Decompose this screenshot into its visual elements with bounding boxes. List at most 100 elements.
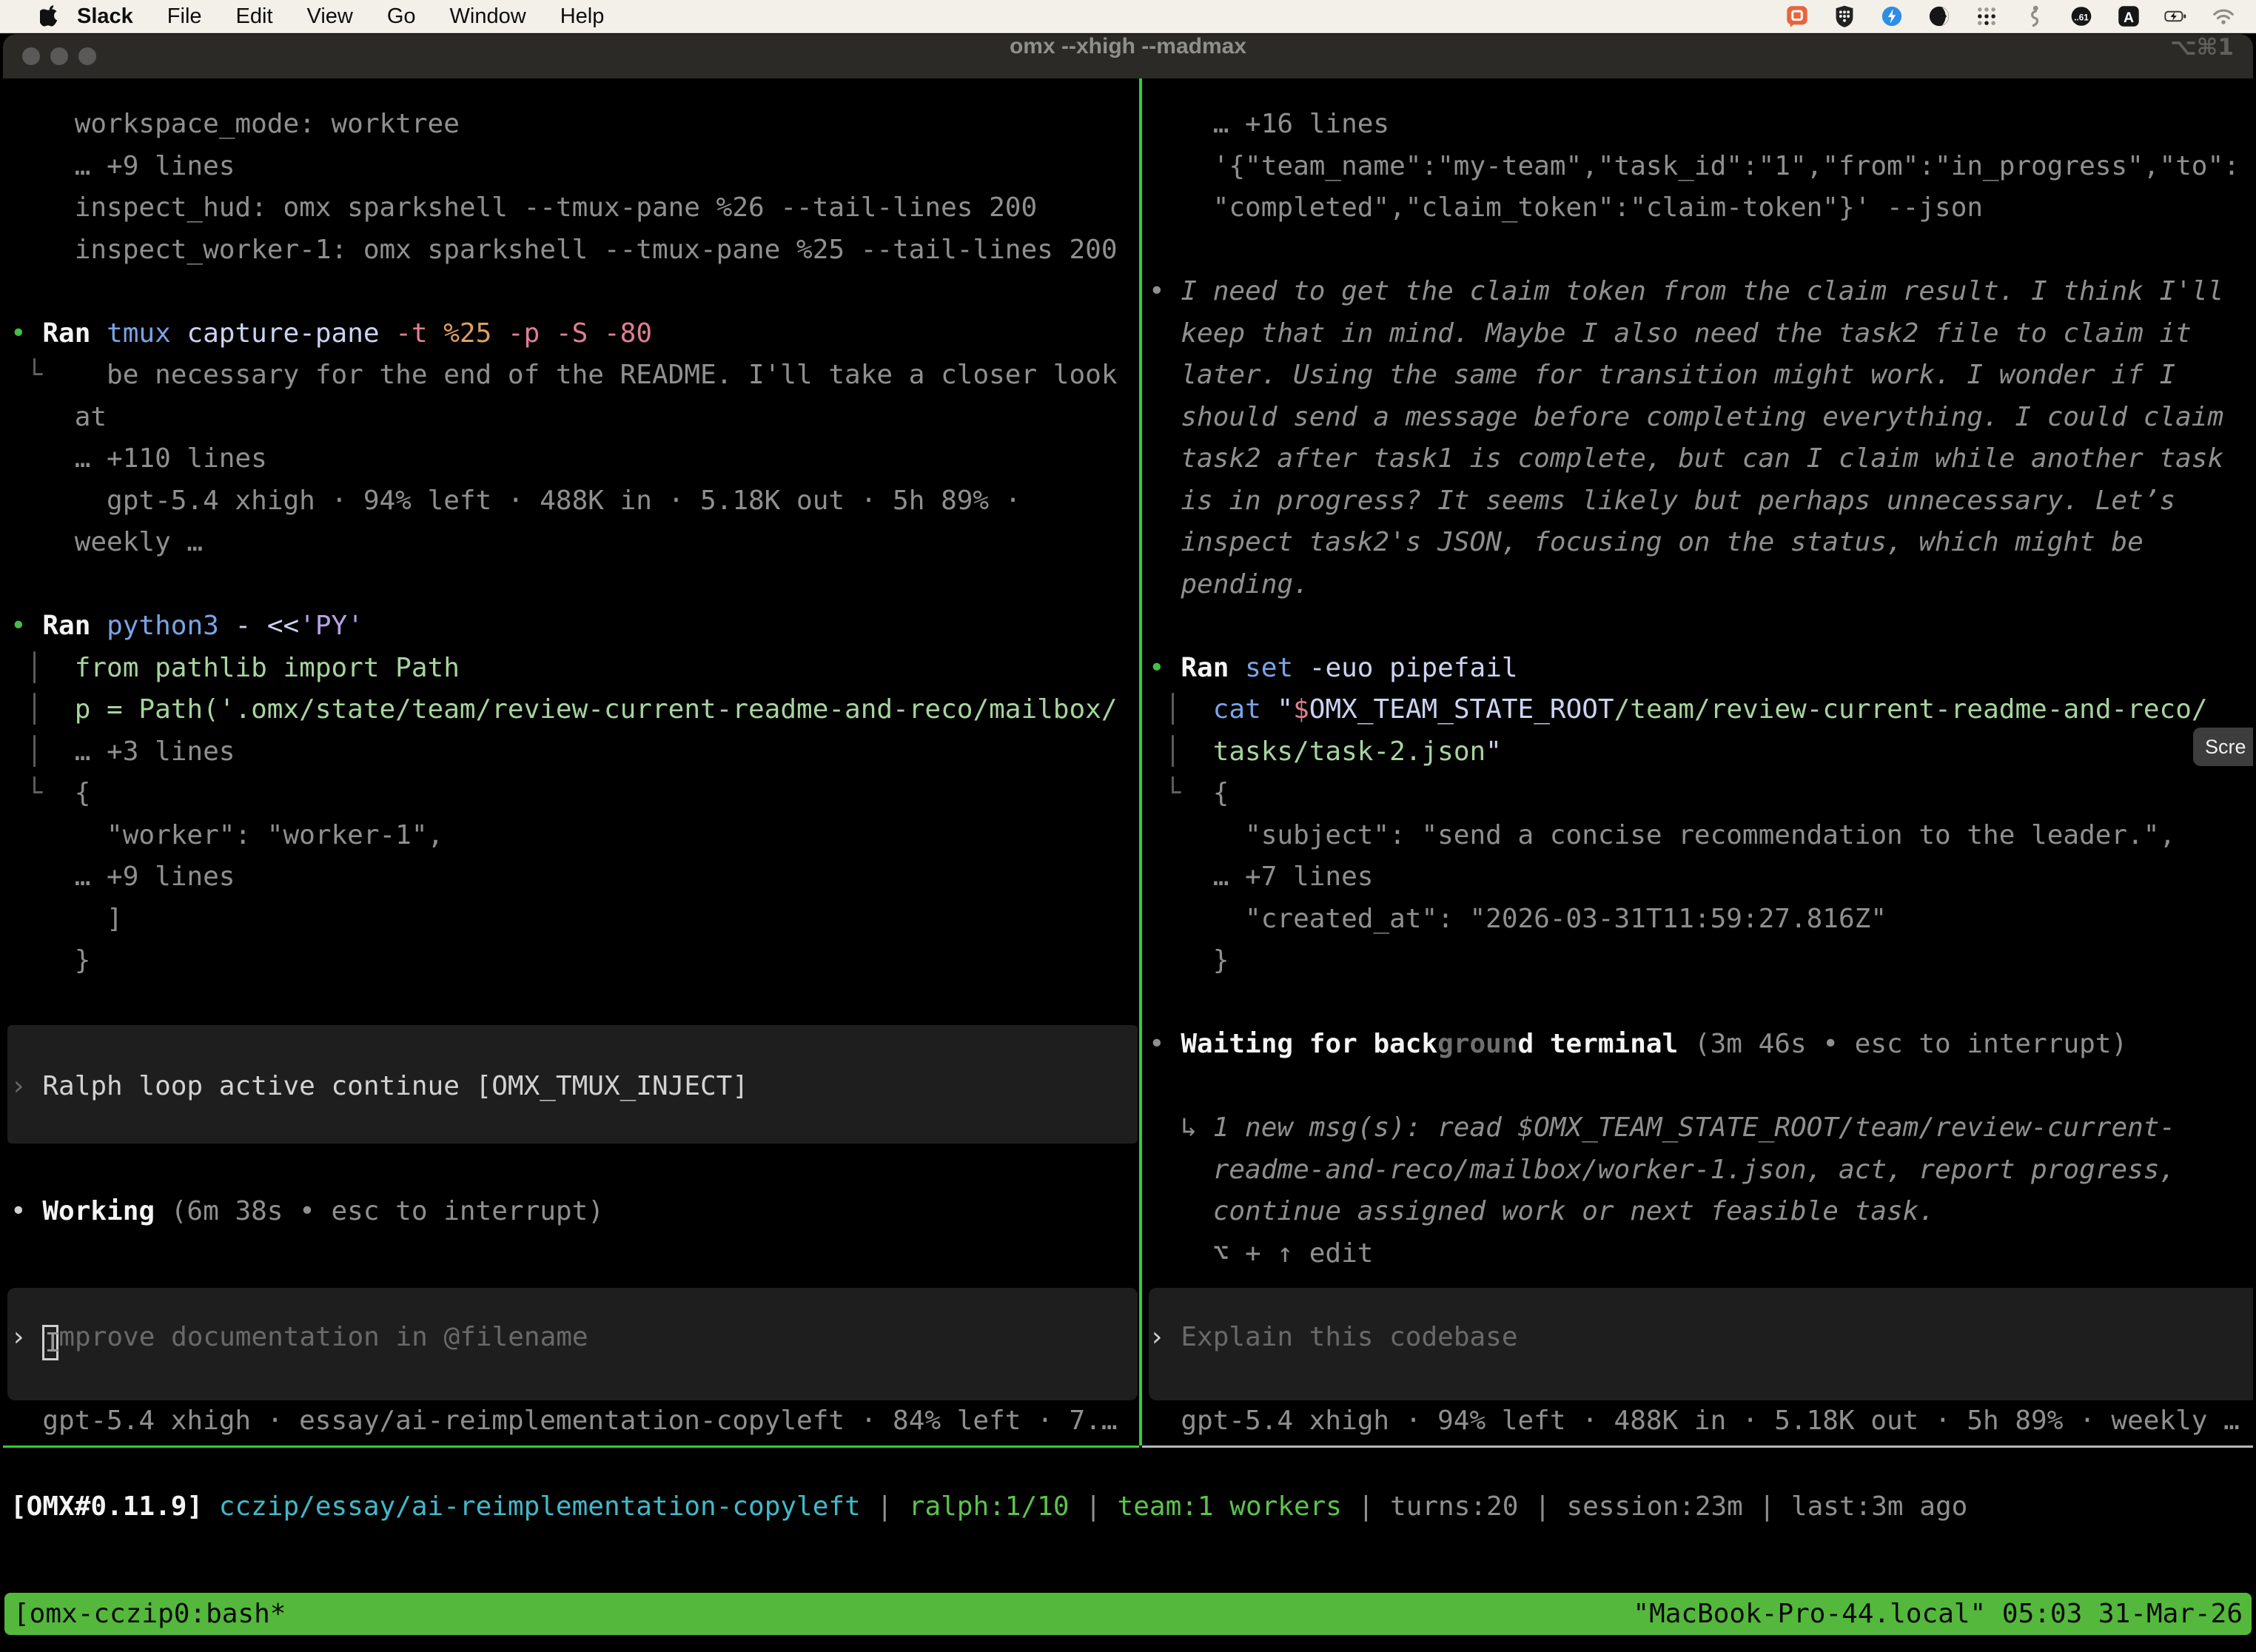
window-shortcut-badge: ⌥⌘1 xyxy=(2170,34,2234,61)
terminal-window: omx --xhigh --madmax ⌥⌘1 workspace_mode:… xyxy=(3,34,2253,1652)
left-terminal-pane: workspace_mode: worktree … +9 lines insp… xyxy=(10,104,1136,1442)
terminal-line xyxy=(1149,1358,2253,1400)
terminal-line: pending. xyxy=(1149,564,2253,606)
terminal-line: ⌥ + ↑ edit xyxy=(1149,1233,2253,1275)
terminal-line: │ p = Path('.omx/state/team/review-curre… xyxy=(10,689,1136,731)
terminal-line: continue assigned work or next feasible … xyxy=(1149,1191,2253,1233)
terminal-line: › Improve documentation in @filename xyxy=(10,1317,1136,1359)
terminal-line: └ be necessary for the end of the README… xyxy=(10,355,1136,397)
count-badge-icon[interactable]: ..61 xyxy=(2069,4,2093,28)
terminal-line: └ { xyxy=(10,773,1136,815)
terminal-line: • I need to get the claim token from the… xyxy=(1149,271,2253,313)
terminal-line xyxy=(10,1107,1136,1149)
terminal-line xyxy=(10,1233,1136,1275)
terminal-line: ↳ 1 new msg(s): read $OMX_TEAM_STATE_ROO… xyxy=(1149,1107,2253,1149)
terminal-line: should send a message before completing … xyxy=(1149,397,2253,439)
terminal-line: … +16 lines xyxy=(1149,104,2253,146)
terminal-line: └ { xyxy=(1149,773,2253,815)
terminal-line: │ tasks/task-2.json" xyxy=(1149,731,2253,773)
terminal-line xyxy=(10,1358,1136,1400)
terminal-line: readme-and-reco/mailbox/worker-1.json, a… xyxy=(1149,1149,2253,1192)
terminal-line: │ … +3 lines xyxy=(10,731,1136,773)
pane-border-bottom-right xyxy=(1142,1446,2253,1448)
terminal-line: "created_at": "2026-03-31T11:59:27.816Z" xyxy=(1149,899,2253,941)
terminal-line xyxy=(1149,605,2253,648)
tmux-status-bar: [omx-cczip0:bash* "MacBook-Pro-44.local"… xyxy=(4,1593,2252,1635)
terminal-line: inspect task2's JSON, focusing on the st… xyxy=(1149,522,2253,564)
terminal-line: • Ran tmux capture-pane -t %25 -p -S -80 xyxy=(10,313,1136,355)
terminal-line xyxy=(1149,1275,2253,1317)
terminal-line: • Waiting for background terminal (3m 46… xyxy=(1149,1024,2253,1066)
terminal-line: › Ralph loop active continue [OMX_TMUX_I… xyxy=(10,1066,1136,1108)
terminal-line: at xyxy=(10,397,1136,439)
terminal-line xyxy=(10,1275,1136,1317)
terminal-line: • Working (6m 38s • esc to interrupt) xyxy=(10,1191,1136,1233)
pane-divider[interactable] xyxy=(1139,78,1142,1446)
terminal-line: › Explain this codebase xyxy=(1149,1317,2253,1359)
terminal-line: task2 after task1 is complete, but can I… xyxy=(1149,438,2253,480)
screen-share-button[interactable]: Scre xyxy=(2193,728,2253,766)
terminal-line: } xyxy=(1149,940,2253,982)
pane-border-bottom-left xyxy=(3,1446,1139,1448)
svg-text:A: A xyxy=(2124,10,2134,26)
terminal-line: … +110 lines xyxy=(10,438,1136,480)
terminal-line: is in progress? It seems likely but perh… xyxy=(1149,480,2253,523)
terminal-line: "subject": "send a concise recommendatio… xyxy=(1149,815,2253,857)
menu-item-window[interactable]: Window xyxy=(450,4,526,28)
terminal-line: gpt-5.4 xhigh · 94% left · 488K in · 5.1… xyxy=(1149,1400,2253,1443)
terminal-line: … +9 lines xyxy=(10,146,1136,188)
window-title: omx --xhigh --madmax xyxy=(3,34,2253,59)
terminal-line: inspect_hud: omx sparkshell --tmux-pane … xyxy=(10,187,1136,229)
menu-item-edit[interactable]: Edit xyxy=(236,4,273,28)
pie-icon[interactable] xyxy=(1927,4,1951,28)
terminal-line: "completed","claim_token":"claim-token"}… xyxy=(1149,187,2253,229)
menu-item-help[interactable]: Help xyxy=(560,4,605,28)
keypad-shield-icon[interactable] xyxy=(1833,4,1856,28)
terminal-line xyxy=(10,271,1136,313)
terminal-line: … +7 lines xyxy=(1149,856,2253,899)
dots-grid-icon[interactable] xyxy=(1975,4,1998,28)
terminal-line: } xyxy=(10,940,1136,982)
terminal-line: workspace_mode: worktree xyxy=(10,104,1136,146)
terminal-line: gpt-5.4 xhigh · essay/ai-reimplementatio… xyxy=(10,1400,1136,1443)
menu-bar: Slack File Edit View Go Window Help ..61 A xyxy=(0,0,2256,33)
terminal-line: • Ran python3 - <<'PY' xyxy=(10,605,1136,648)
apple-icon[interactable] xyxy=(40,5,59,27)
terminal-line: … +9 lines xyxy=(10,856,1136,899)
terminal-line: "worker": "worker-1", xyxy=(10,815,1136,857)
terminal-line: • Ran set -euo pipefail xyxy=(1149,648,2253,690)
terminal-line: │ from pathlib import Path xyxy=(10,648,1136,690)
right-terminal-pane: … +16 lines '{"team_name":"my-team","tas… xyxy=(1149,104,2253,1442)
menu-item-file[interactable]: File xyxy=(167,4,202,28)
tmux-host-time-label: "MacBook-Pro-44.local" 05:03 31-Mar-26 xyxy=(1633,1593,2243,1635)
terminal-line xyxy=(1149,229,2253,272)
chat-icon[interactable] xyxy=(1785,4,1809,28)
terminal-line: weekly … xyxy=(10,522,1136,564)
omx-status-line: [OMX#0.11.9] cczip/essay/ai-reimplementa… xyxy=(10,1486,1967,1528)
terminal-line: later. Using the same for transition mig… xyxy=(1149,355,2253,397)
terminal-line: │ cat "$OMX_TEAM_STATE_ROOT/team/review-… xyxy=(1149,689,2253,731)
terminal-line: ] xyxy=(10,899,1136,941)
terminal-line xyxy=(10,1149,1136,1192)
figure-icon[interactable] xyxy=(2022,4,2046,28)
terminal-line xyxy=(1149,1066,2253,1108)
tmux-session-label: [omx-cczip0:bash* xyxy=(13,1593,286,1635)
status-icon-tray: ..61 A xyxy=(1785,4,2256,28)
terminal-line: inspect_worker-1: omx sparkshell --tmux-… xyxy=(10,229,1136,272)
battery-icon[interactable] xyxy=(2164,4,2188,28)
window-title-bar[interactable]: omx --xhigh --madmax ⌥⌘1 xyxy=(3,34,2253,78)
wifi-icon[interactable] xyxy=(2212,4,2235,28)
zap-icon[interactable] xyxy=(1880,4,1904,28)
terminal-line xyxy=(1149,982,2253,1024)
terminal-line xyxy=(10,982,1136,1024)
menu-item-slack[interactable]: Slack xyxy=(77,4,133,28)
terminal-line: keep that in mind. Maybe I also need the… xyxy=(1149,313,2253,355)
menu-item-go[interactable]: Go xyxy=(387,4,416,28)
menu-item-view[interactable]: View xyxy=(307,4,353,28)
terminal-line: gpt-5.4 xhigh · 94% left · 488K in · 5.1… xyxy=(10,480,1136,523)
input-source-icon[interactable]: A xyxy=(2117,4,2141,28)
svg-text:..61: ..61 xyxy=(2074,13,2089,22)
terminal-line xyxy=(10,564,1136,606)
omx-hud-text: [OMX#0.11.9] cczip/essay/ai-reimplementa… xyxy=(10,1486,1967,1528)
terminal-line: '{"team_name":"my-team","task_id":"1","f… xyxy=(1149,146,2253,188)
